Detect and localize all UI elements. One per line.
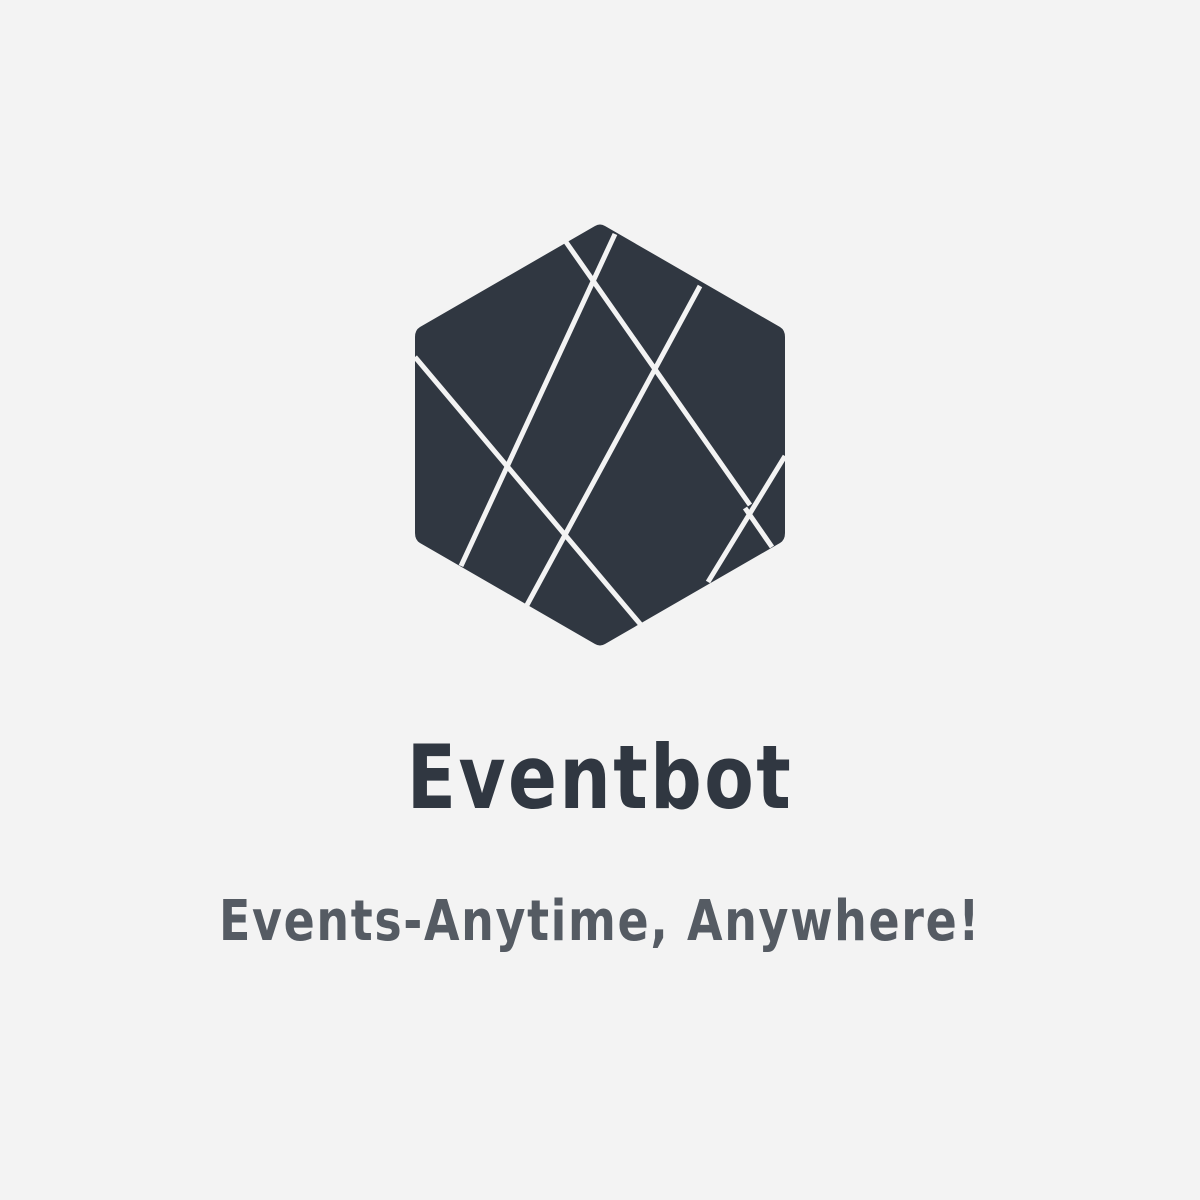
brand-name: Eventbot [406,726,794,829]
logo-canvas: Eventbot Events-Anytime, Anywhere! [0,0,1200,1200]
brand-tagline: Events-Anytime, Anywhere! [219,889,981,954]
faceted-hexagon-icon [413,224,788,646]
